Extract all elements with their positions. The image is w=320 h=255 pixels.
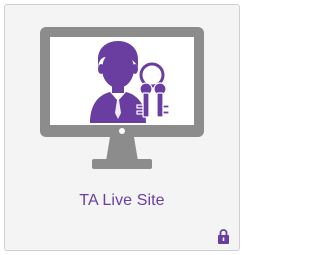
lock-icon [218, 229, 229, 244]
monitor-user-key-icon [40, 27, 204, 169]
app-tile-ta-live-site[interactable]: TA Live Site [4, 4, 240, 251]
app-tile-label: TA Live Site [79, 192, 165, 209]
